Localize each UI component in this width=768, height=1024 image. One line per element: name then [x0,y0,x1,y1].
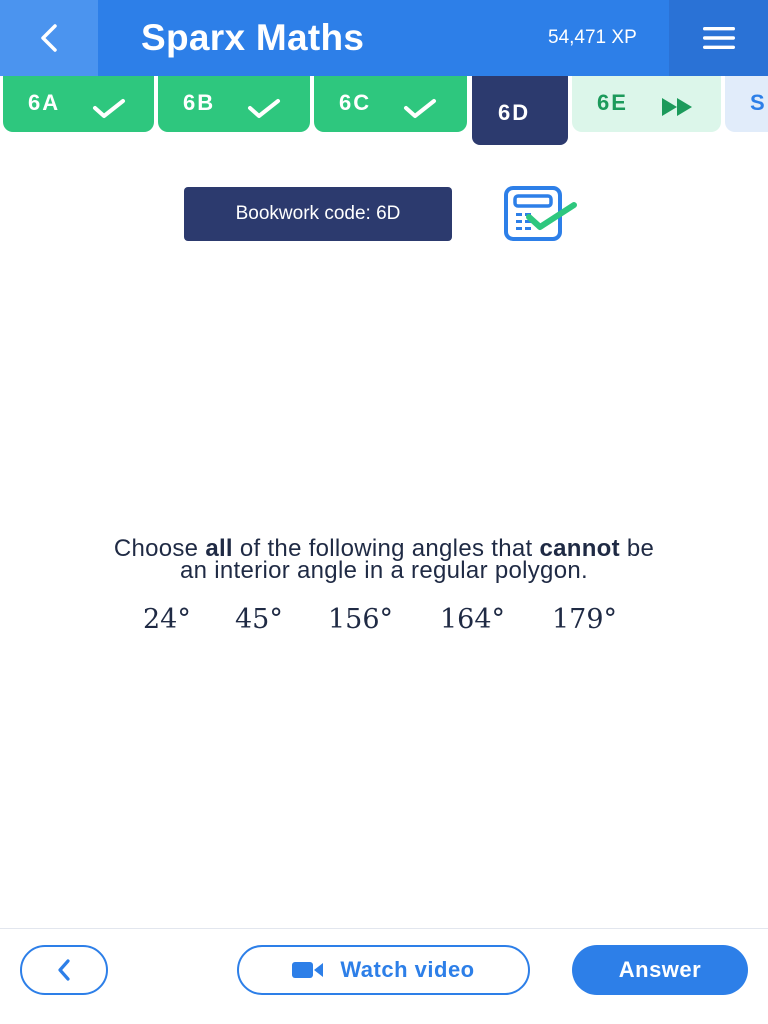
answer-button[interactable]: Answer [572,945,748,995]
angle-options: 24° 45° 156° 164° 179° [0,604,768,644]
app-header: Sparx Maths 54,471 XP [0,0,768,76]
chevron-left-icon [58,959,70,981]
back-button[interactable] [0,0,98,76]
hamburger-menu-icon [702,27,735,49]
xp-counter: 54,471 XP [548,27,637,48]
angle-option[interactable]: 164° [440,604,505,635]
bookwork-code: Bookwork code: 6D [184,187,452,241]
check-icon [248,99,280,118]
check-icon [93,99,125,118]
angle-option[interactable]: 156° [328,604,393,635]
check-icon [404,99,436,118]
tab-label: 6B [183,90,216,115]
menu-button[interactable] [669,0,768,76]
question-text: Choose all of the following angles that … [0,537,768,584]
angle-option[interactable]: 179° [552,604,617,635]
tab-6b[interactable]: 6B [158,76,310,132]
angle-option[interactable]: 24° [143,604,191,635]
chevron-left-icon [41,24,57,52]
footer-divider [0,928,768,929]
tab-6a[interactable]: 6A [3,76,154,132]
tab-6e[interactable]: 6E [572,76,721,132]
bookwork-check-icon[interactable] [503,185,579,243]
watch-video-label: Watch video [340,957,475,982]
tab-label: 6A [28,90,61,115]
tab-label: 6C [339,90,372,115]
tab-next-peek[interactable]: S [725,76,768,132]
tab-label: 6E [597,90,628,115]
watch-video-button[interactable]: Watch video [237,945,530,995]
question-line-2: an interior angle in a regular polygon. [180,557,588,584]
tab-label: 6D [498,100,531,125]
previous-button[interactable] [20,945,108,995]
video-camera-icon [292,960,324,980]
app-title: Sparx Maths [141,17,365,58]
tab-label: S [750,90,767,115]
fast-forward-icon [662,98,692,116]
tab-6d[interactable]: 6D [472,76,568,145]
tab-6c[interactable]: 6C [314,76,467,132]
angle-option[interactable]: 45° [235,604,283,635]
